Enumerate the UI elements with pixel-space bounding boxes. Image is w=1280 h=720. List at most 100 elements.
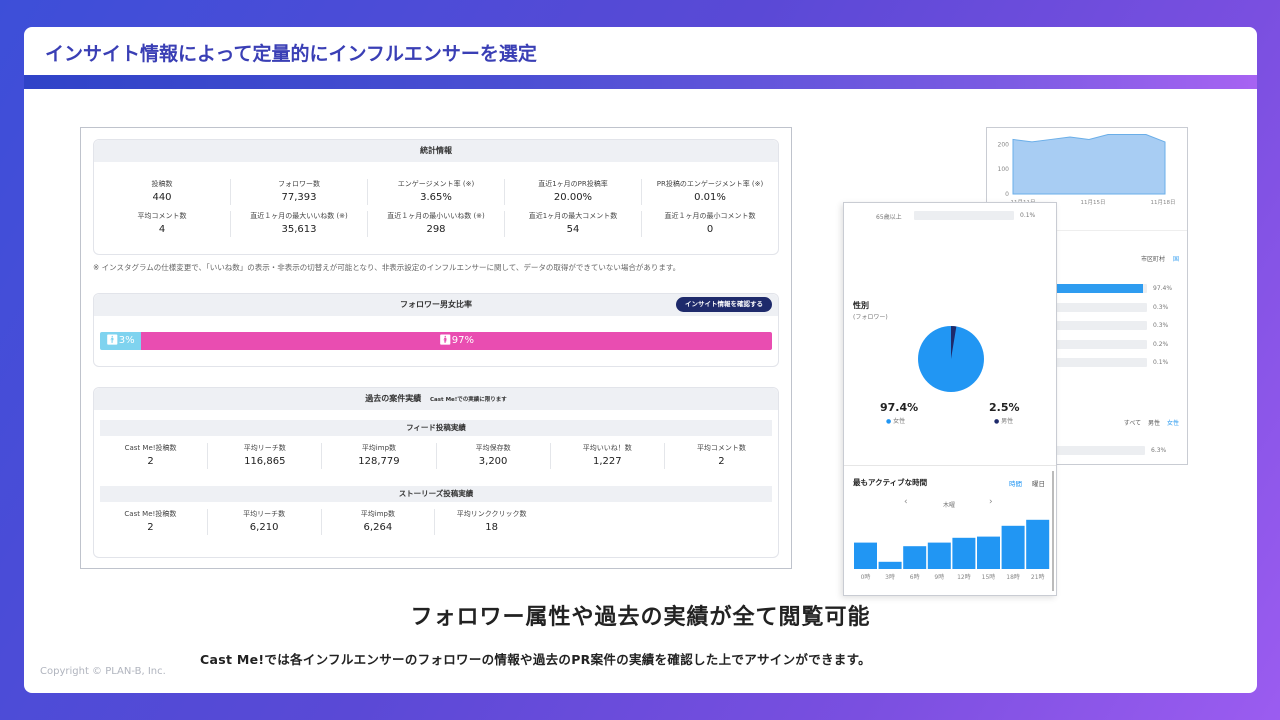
hour-label: 3時 (885, 573, 895, 581)
stat-label: 平均いいね！数 (582, 444, 632, 452)
stat-label: フォロワー数 (278, 180, 320, 188)
next-day-chevron-icon[interactable]: › (989, 497, 993, 507)
stat-label: 直近1ヶ月のPR投稿率 (538, 180, 608, 188)
sub-caption: Cast Me!では各インフルエンサーのフォロワーの情報や過去のPR案件の実績を… (200, 652, 871, 667)
past-results-title-text: 過去の案件実績 (365, 394, 422, 403)
slide: インサイト情報によって定量的にインフルエンサーを選定 統計情報 投稿数 440 フォ… (24, 27, 1257, 693)
stat-label: 平均リーチ数 (243, 510, 286, 518)
copyright: Copyright © PLAN-B, Inc. (40, 666, 166, 677)
stat-value: 116,865 (244, 456, 286, 467)
region-filter-tabs: すべて 男性 女性 (1124, 418, 1179, 427)
stat-cell: フォロワー数 77,393 (230, 179, 367, 205)
stat-value: 440 (152, 192, 172, 203)
tab-country[interactable]: 国 (1173, 256, 1179, 263)
scrollbar[interactable] (1052, 471, 1054, 591)
male-pct: 2.5% (989, 401, 1020, 414)
stat-cell: 平均imp数 6,264 (320, 509, 435, 535)
region-bottom-pct: 6.3% (1151, 447, 1167, 454)
stat-cell: 平均imp数 128,779 (321, 443, 435, 469)
region-tabs: 市区町村 国 (1141, 254, 1179, 263)
region-bar-pct: 0.3% (1153, 322, 1169, 329)
stat-cell: エンゲージメント率 (※) 3.65% (367, 179, 504, 205)
follower-trend-area-chart: 200100011月11日11月15日11月18日 (998, 133, 1176, 206)
selected-day: 木曜 (943, 502, 956, 509)
region-bar-pct: 97.4% (1153, 285, 1173, 292)
influencer-stats-panel: 統計情報 投稿数 440 フォロワー数 77,393 エンゲージメント率 (※) 3.65… (80, 127, 792, 569)
gender-ratio-bar: 🚹︎3% 🚺︎97% (100, 332, 772, 350)
stat-value: 128,779 (358, 456, 400, 467)
active-time-title: 最もアクティブな時間 (853, 478, 928, 487)
slide-title: インサイト情報によって定量的にインフルエンサーを選定 (45, 43, 537, 65)
region-bar-pct: 0.1% (1153, 359, 1169, 366)
female-legend-label: 女性 (893, 418, 906, 425)
stat-cell: Cast Me!投稿数 2 (94, 443, 207, 469)
female-ratio-segment: 🚺︎97% (141, 332, 772, 350)
stat-cell: 平均リーチ数 116,865 (207, 443, 321, 469)
stat-label: 平均imp数 (361, 444, 397, 452)
stat-value: 3.65% (420, 192, 452, 203)
stat-value: 6,210 (249, 522, 279, 533)
gender-ratio-card: フォロワー男女比率 インサイト情報を確認する 🚹︎3% 🚺︎97% (93, 293, 779, 367)
stat-value: 35,613 (281, 224, 317, 235)
stat-value: 2 (718, 456, 725, 467)
stat-label: 投稿数 (151, 180, 173, 188)
active-time-bar-chart: 0時 3時 6時 9時 12時 15時 18時 21時 (854, 519, 1050, 581)
male-legend: ● 男性 (994, 418, 1014, 425)
past-results-card: 過去の案件実績 Cast Me!での実績に限ります フィード投稿実績 Cast … (93, 387, 779, 558)
tab-time[interactable]: 時間 (1009, 478, 1022, 488)
hour-label: 15時 (982, 573, 996, 581)
stat-cell: PR投稿のエンゲージメント率 (※) 0.01% (641, 179, 778, 205)
prev-day-chevron-icon[interactable]: ‹ (904, 497, 908, 507)
gender-pie-chart (918, 326, 984, 392)
stories-results-title: ストーリーズ投稿実績 (100, 486, 772, 502)
hour-bar (1026, 519, 1050, 569)
age-pct: 0.1% (1020, 212, 1036, 219)
stats-note: ※ インスタグラムの仕様変更で、「いいね数」の表示・非表示の切替えが可能となり、… (93, 263, 681, 272)
stat-cell: 直近1ヶ月の最大コメント数 54 (504, 211, 641, 237)
stat-cell: 直近１ヶ月の最小いいね数 (※) 298 (367, 211, 504, 237)
stat-value: 0.01% (694, 192, 726, 203)
stat-label: 直近1ヶ月の最大コメント数 (528, 212, 618, 220)
view-insight-button[interactable]: インサイト情報を確認する (676, 297, 772, 312)
stat-cell: 平均コメント数 4 (94, 211, 230, 237)
y-tick-label: 100 (998, 166, 1010, 173)
hour-bar (1001, 525, 1025, 569)
filter-all[interactable]: すべて (1124, 420, 1141, 427)
male-icon: 🚹︎ (106, 335, 119, 346)
divider (844, 465, 1056, 466)
stat-label: PR投稿のエンゲージメント率 (※) (656, 180, 764, 188)
tab-city[interactable]: 市区町村 (1141, 256, 1165, 263)
stat-value: 2 (147, 456, 154, 467)
stat-value: 0 (706, 224, 714, 235)
stat-label: 平均コメント数 (137, 212, 187, 220)
stat-cell: 直近１ヶ月の最小コメント数 0 (641, 211, 778, 237)
female-pct: 97.4% (880, 401, 919, 414)
stat-cell: 平均いいね！数 1,227 (549, 443, 664, 469)
stat-value: 6,264 (363, 522, 393, 533)
stats-row-1: 投稿数 440 フォロワー数 77,393 エンゲージメント率 (※) 3.65% 直近1ヶ… (94, 176, 778, 208)
past-results-title-note: Cast Me!での実績に限ります (430, 397, 507, 403)
hour-bar (952, 537, 976, 569)
stat-label: 平均リーチ数 (243, 444, 286, 452)
filter-female[interactable]: 女性 (1167, 420, 1179, 427)
region-bar-pct: 0.2% (1153, 340, 1169, 348)
stat-value: 20.00% (553, 192, 593, 203)
stats-card: 統計情報 投稿数 440 フォロワー数 77,393 エンゲージメント率 (※) 3.65… (93, 139, 779, 255)
age-bar (914, 211, 1014, 220)
stories-results-row: Cast Me!投稿数 2 平均リーチ数 6,210 平均imp数 6,264 平均リンクク… (94, 504, 548, 540)
hour-label: 12時 (957, 573, 971, 581)
stat-label: 直近１ヶ月の最小いいね数 (※) (387, 212, 485, 220)
stat-cell: 平均保存数 3,200 (435, 443, 550, 469)
stat-value: 3,200 (478, 456, 508, 467)
hour-label: 18時 (1006, 573, 1020, 581)
filter-male[interactable]: 男性 (1148, 420, 1160, 427)
hour-label: 6時 (910, 573, 920, 581)
female-legend: ● 女性 (886, 418, 906, 425)
stat-label: エンゲージメント率 (※) (397, 180, 475, 188)
female-icon: 🚺︎ (439, 335, 452, 346)
y-tick-label: 200 (998, 141, 1010, 148)
hour-bar (878, 561, 902, 569)
hour-label: 9時 (934, 573, 944, 581)
hour-bar (854, 542, 877, 569)
tab-weekday[interactable]: 曜日 (1032, 478, 1045, 488)
